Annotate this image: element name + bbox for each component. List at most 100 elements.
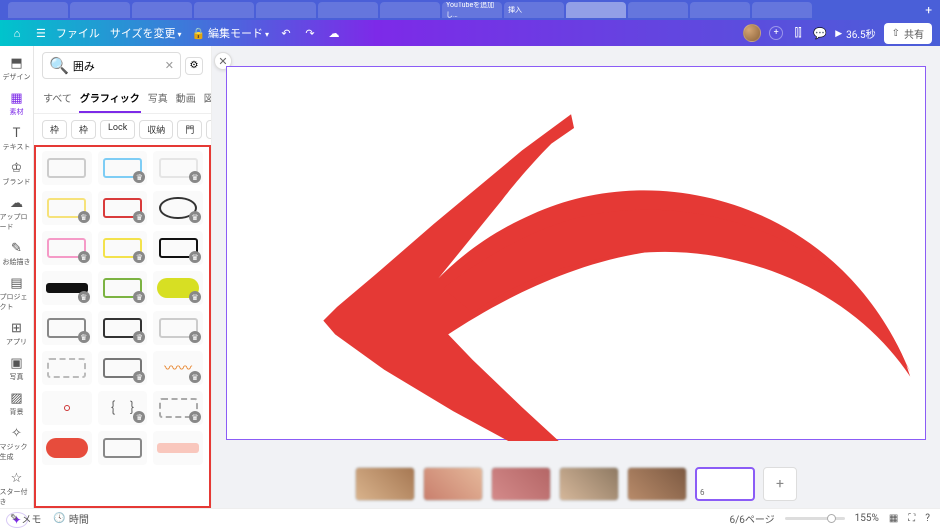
rail-draw[interactable]: ✎お絵描き xyxy=(0,237,34,270)
result-item[interactable]: 〰〰♛ xyxy=(153,351,203,385)
browser-tab[interactable] xyxy=(752,2,812,18)
hamburger-icon[interactable]: ☰ xyxy=(36,27,46,40)
chip[interactable]: 収納 xyxy=(139,120,173,139)
rail-starred[interactable]: ☆スター付き xyxy=(0,467,34,510)
top-toolbar: ⌂ ☰ ファイル サイズを変更▾ 🔒 編集モード▾ ↶ ↷ ☁ + ⫿⫿ 💬 3… xyxy=(0,20,940,46)
browser-tab[interactable] xyxy=(256,2,316,18)
chip[interactable]: Lock xyxy=(100,120,135,139)
page-thumb[interactable] xyxy=(423,467,483,501)
result-item[interactable]: ♛ xyxy=(98,271,148,305)
rail-projects[interactable]: ▤プロジェクト xyxy=(0,272,34,315)
result-item[interactable]: ♛ xyxy=(153,231,203,265)
play-duration[interactable]: 36.5秒 xyxy=(835,26,875,41)
search-input[interactable] xyxy=(73,59,161,72)
chip[interactable]: 立方 xyxy=(206,120,211,139)
result-item[interactable]: ♛ xyxy=(98,191,148,225)
result-item[interactable]: ♛ xyxy=(98,351,148,385)
result-item[interactable]: ♛ xyxy=(42,271,92,305)
page-thumb[interactable] xyxy=(491,467,551,501)
rail-upload[interactable]: ☁アップロード xyxy=(0,192,34,235)
resize-menu[interactable]: サイズを変更▾ xyxy=(110,25,182,41)
avatar[interactable] xyxy=(743,24,761,42)
page-thumb-current[interactable]: 6 xyxy=(695,467,755,501)
search-input-wrap[interactable]: 🔍 ✕ xyxy=(42,52,181,79)
browser-tab[interactable] xyxy=(70,2,130,18)
result-item[interactable]: ｛ ｝♛ xyxy=(98,391,148,425)
rail-magic-generate[interactable]: ✧マジック生成 xyxy=(0,422,34,465)
analytics-icon[interactable]: ⫿⫿ xyxy=(791,26,805,40)
result-item[interactable]: ♛ xyxy=(153,311,203,345)
result-item[interactable] xyxy=(42,391,92,425)
result-item[interactable]: ♛ xyxy=(153,271,203,305)
grid-view-icon[interactable]: ▦ xyxy=(889,513,898,524)
result-item[interactable] xyxy=(42,151,92,185)
browser-tab[interactable] xyxy=(194,2,254,18)
browser-tab[interactable] xyxy=(8,2,68,18)
cloud-sync-icon[interactable]: ☁ xyxy=(327,26,341,40)
add-member-button[interactable]: + xyxy=(769,26,783,40)
undo-icon[interactable]: ↶ xyxy=(279,26,293,40)
share-button[interactable]: ⇧共有 xyxy=(884,23,932,44)
rail-background[interactable]: ▨背景 xyxy=(0,387,34,420)
result-item[interactable] xyxy=(98,431,148,465)
rail-brand[interactable]: ♔ブランド xyxy=(0,157,34,190)
result-item[interactable] xyxy=(42,351,92,385)
browser-tab[interactable] xyxy=(132,2,192,18)
tab-all[interactable]: すべて xyxy=(42,85,73,113)
page-thumb[interactable] xyxy=(559,467,619,501)
notes-button[interactable]: ✎メモ xyxy=(10,511,41,526)
result-item[interactable]: ♛ xyxy=(42,191,92,225)
home-icon[interactable]: ⌂ xyxy=(8,24,26,42)
zoom-slider[interactable] xyxy=(785,517,845,520)
time-button[interactable]: 🕓時間 xyxy=(53,511,88,526)
file-menu[interactable]: ファイル xyxy=(56,25,100,41)
canvas-page[interactable] xyxy=(226,66,926,440)
category-tabs: すべて グラフィック 写真 動画 図形 ス › xyxy=(34,85,211,114)
rail-text[interactable]: Tテキスト xyxy=(0,122,34,155)
comment-icon[interactable]: 💬 xyxy=(813,26,827,40)
result-item[interactable] xyxy=(153,431,203,465)
result-item[interactable]: ♛ xyxy=(98,151,148,185)
page-thumb[interactable] xyxy=(627,467,687,501)
browser-tab[interactable]: 挿入 xyxy=(504,2,564,18)
result-item[interactable]: ♛ xyxy=(42,311,92,345)
premium-crown-icon: ♛ xyxy=(189,411,201,423)
result-item[interactable]: ♛ xyxy=(98,231,148,265)
result-item[interactable]: ♛ xyxy=(153,191,203,225)
browser-tab[interactable]: YouTubeを追加し… xyxy=(442,2,502,18)
page-thumb[interactable] xyxy=(355,467,415,501)
clear-search-button[interactable]: ✕ xyxy=(165,59,174,72)
tab-shape[interactable]: 図形 xyxy=(203,85,211,113)
text-icon: T xyxy=(9,125,25,141)
add-page-button[interactable]: + xyxy=(763,467,797,501)
zoom-value[interactable]: 155% xyxy=(855,513,879,524)
filter-button[interactable]: ⚙ xyxy=(185,57,203,75)
tab-video[interactable]: 動画 xyxy=(175,85,197,113)
browser-tab[interactable] xyxy=(318,2,378,18)
help-icon[interactable]: ? xyxy=(925,513,930,524)
result-item[interactable]: ♛ xyxy=(153,391,203,425)
brush-arrow-graphic[interactable] xyxy=(227,67,925,441)
result-item[interactable] xyxy=(42,431,92,465)
result-item[interactable]: ♛ xyxy=(98,311,148,345)
tab-graphic[interactable]: グラフィック xyxy=(79,85,141,113)
edit-mode-menu[interactable]: 🔒 編集モード▾ xyxy=(192,25,269,41)
result-item[interactable]: ♛ xyxy=(153,151,203,185)
redo-icon[interactable]: ↷ xyxy=(303,26,317,40)
chip[interactable]: 枠 xyxy=(71,120,96,139)
rail-photos[interactable]: ▣写真 xyxy=(0,352,34,385)
new-tab-button[interactable]: + xyxy=(925,3,932,17)
result-item[interactable]: ♛ xyxy=(42,231,92,265)
browser-tab[interactable] xyxy=(628,2,688,18)
browser-tab[interactable] xyxy=(380,2,440,18)
rail-design[interactable]: ⬒デザイン xyxy=(0,52,34,85)
browser-tab-active[interactable] xyxy=(566,2,626,18)
rail-apps[interactable]: ⊞アプリ xyxy=(0,317,34,350)
shape-preview xyxy=(47,358,86,377)
chip[interactable]: 枠 xyxy=(42,120,67,139)
tab-photo[interactable]: 写真 xyxy=(147,85,169,113)
fullscreen-icon[interactable]: ⛶ xyxy=(908,513,915,524)
chip[interactable]: 門 xyxy=(177,120,202,139)
browser-tab[interactable] xyxy=(690,2,750,18)
rail-elements[interactable]: ▦素材 xyxy=(0,87,34,120)
